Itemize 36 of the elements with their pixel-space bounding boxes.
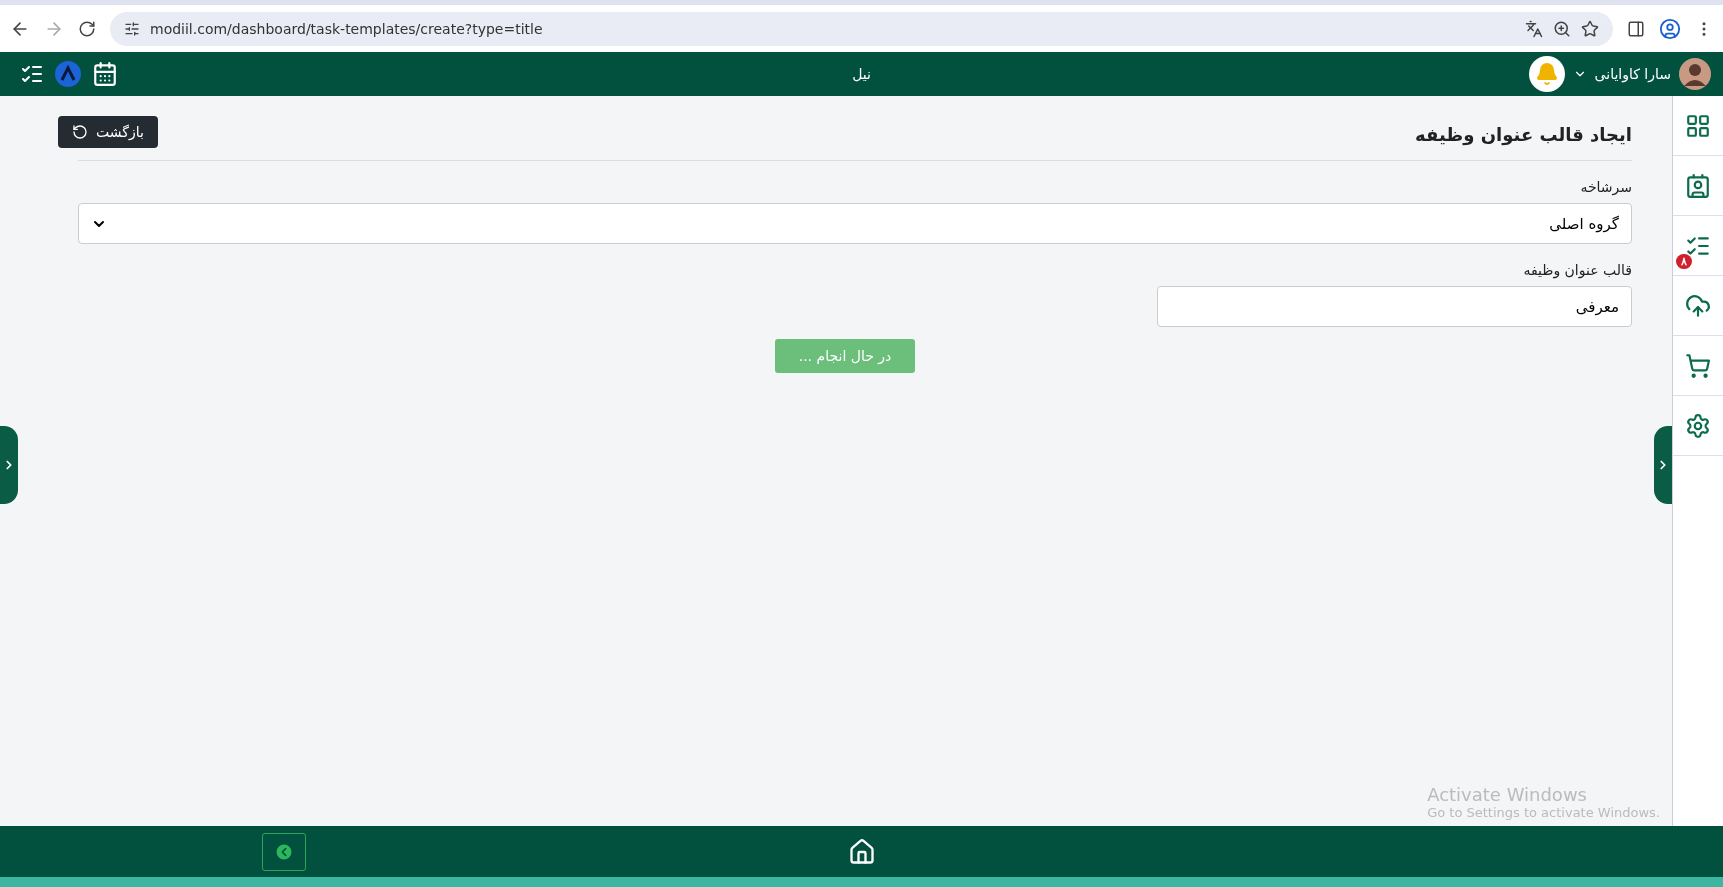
app-title: نیل [852,66,871,82]
right-panel-handle[interactable] [1654,426,1672,504]
site-info-icon[interactable] [124,20,140,37]
url-text: modiil.com/dashboard/task-templates/create?type=title [150,20,544,37]
field-label: سرشاخه [1580,179,1632,195]
calendar-icon[interactable] [92,61,118,87]
cloud-upload-icon [1685,292,1711,319]
input-field[interactable]: معرفی [1157,286,1632,327]
back-nav-button[interactable] [262,832,306,871]
reload-icon[interactable] [78,19,96,38]
notification-button[interactable] [1528,56,1565,92]
avatar-icon[interactable] [1679,58,1711,90]
home-button[interactable] [847,837,876,866]
profile-icon[interactable] [1659,17,1681,40]
activation-notice: Activate Windows [1427,784,1588,805]
grid-icon [1685,112,1711,139]
chevron-left-icon [274,841,294,862]
page-title: ایجاد قالب عنوان وظیفه [1415,124,1632,145]
settings-icon [1685,412,1711,439]
back-button[interactable]: بازگشت [58,116,158,148]
field-label: قالب عنوان وظیفه [1523,262,1632,278]
select-field[interactable]: گروه اصلی [78,203,1632,244]
left-panel-handle[interactable] [0,426,18,504]
logo-icon[interactable] [54,60,82,88]
zoom-icon[interactable] [1553,19,1571,38]
address-bar[interactable]: modiil.com/dashboard/task-templates/create?type=title [110,11,1613,46]
activation-notice: Go to Settings to activate Windows. [1427,805,1660,820]
translate-icon[interactable] [1525,19,1543,38]
contact-card-icon [1685,172,1711,199]
bookmark-star-icon[interactable] [1581,19,1599,38]
bell-icon [1534,62,1559,86]
count-badge: ۸ [1676,254,1692,269]
user-name[interactable]: سارا کاوایانی [1594,66,1671,82]
cart-icon [1685,352,1711,379]
side-panel-icon[interactable] [1627,19,1645,38]
undo-icon [72,124,88,140]
